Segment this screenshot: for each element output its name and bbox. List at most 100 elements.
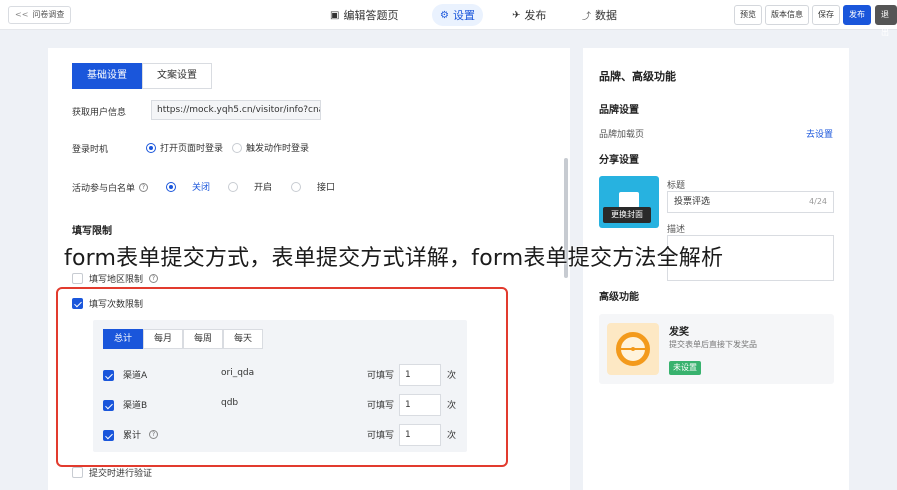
prize-feature-card[interactable]: 发奖 提交表单后直接下发奖品 未设置 (599, 314, 834, 384)
back-icon: << (15, 10, 29, 19)
whitelist-off-label: 关闭 (192, 183, 211, 193)
channel-row: 累计 ? 可填写 1 次 (103, 424, 463, 446)
channel-id: qdb (221, 398, 239, 408)
wheel-shape (616, 332, 650, 366)
login-on-action-radio[interactable]: 触发动作时登录 (232, 141, 309, 154)
tab-monthly[interactable]: 每月 (143, 329, 184, 349)
limit-label: 可填写 (367, 401, 395, 411)
nav-data[interactable]: ⤴ 数据 (574, 4, 625, 26)
count-limit-checkbox[interactable]: 填写次数限制 (72, 297, 143, 310)
go-setting-link[interactable]: 去设置 (806, 127, 833, 140)
share-title-value: 投票评选 (674, 197, 711, 207)
fill-limit-title: 填写限制 (72, 226, 112, 237)
brand-button[interactable]: << 问卷调查 (8, 6, 72, 24)
limit-unit: 次 (447, 431, 457, 441)
nav-edit-page[interactable]: ▣ 编辑答题页 (322, 4, 406, 26)
whitelist-label: 活动参与白名单 ? (72, 181, 149, 194)
channel-name: 渠道A (123, 371, 148, 381)
tab-copy-settings[interactable]: 文案设置 (142, 63, 212, 89)
share-title-input[interactable]: 投票评选 4/24 (667, 191, 834, 213)
region-limit-label: 填写地区限制 (89, 275, 144, 285)
channel-id: ori_qda (221, 368, 255, 378)
ballot-icon (619, 192, 639, 208)
share-cover-image: 更换封面 (599, 176, 659, 228)
channel-row: 渠道B qdb 可填写 1 次 (103, 394, 463, 416)
share-desc-label: 描述 (667, 225, 686, 235)
checkbox-box (72, 467, 83, 478)
radio-dot (232, 142, 242, 153)
advanced-features-title: 高级功能 (599, 292, 639, 303)
radio-dot (166, 181, 176, 192)
login-on-action-label: 触发动作时登录 (246, 144, 310, 154)
get-user-info-label: 获取用户信息 (72, 108, 127, 118)
nav-settings-label: 设置 (452, 9, 475, 22)
verify-on-submit-checkbox[interactable]: 提交时进行验证 (72, 466, 152, 479)
brand-label: 问卷调查 (32, 10, 65, 19)
channel-checkbox[interactable] (103, 370, 114, 381)
watermark-caption: form表单提交方式，表单提交方式详解，form表单提交方法全解析 (64, 246, 724, 271)
whitelist-on-label: 开启 (254, 183, 273, 193)
whitelist-label-text: 活动参与白名单 (72, 184, 136, 194)
prize-wheel-icon (607, 323, 659, 375)
nav-publish[interactable]: ✈ 发布 (504, 4, 554, 26)
nav-data-label: 数据 (595, 9, 618, 22)
top-bar: << 问卷调查 ▣ 编辑答题页 ⚙ 设置 ✈ 发布 ⤴ 数据 预览 版本信息 保… (0, 0, 897, 37)
user-info-url-field[interactable]: https://mock.yqh5.cn/visitor/info?cnar (151, 100, 321, 120)
login-on-open-label: 打开页面时登录 (160, 144, 224, 154)
limit-label: 可填写 (367, 371, 395, 381)
channel-checkbox[interactable] (103, 430, 114, 441)
preview-button[interactable]: 预览 (734, 5, 762, 25)
region-limit-checkbox[interactable]: 填写地区限制 ? (72, 272, 159, 285)
tab-total[interactable]: 总计 (103, 329, 144, 349)
whitelist-api-radio[interactable]: 接口 (291, 180, 335, 193)
channel-name: 累计 ? (123, 428, 159, 441)
limit-unit: 次 (447, 401, 457, 411)
whitelist-api-label: 接口 (317, 183, 336, 193)
tab-daily[interactable]: 每天 (223, 329, 264, 349)
exit-button[interactable]: 退出 (875, 5, 897, 37)
nav-edit-page-label: 编辑答题页 (343, 9, 399, 22)
help-icon[interactable]: ? (149, 274, 159, 283)
whitelist-on-radio[interactable]: 开启 (228, 180, 272, 193)
edit-icon: ▣ (330, 9, 340, 21)
total-label: 累计 (123, 431, 142, 441)
channel-row: 渠道A ori_qda 可填写 1 次 (103, 364, 463, 386)
help-icon[interactable]: ? (139, 183, 149, 192)
login-on-open-radio[interactable]: 打开页面时登录 (146, 141, 223, 154)
radio-dot (291, 181, 301, 192)
count-limit-panel: 总计 每月 每周 每天 渠道A ori_qda 可填写 1 次 渠道B qdb … (93, 320, 467, 452)
change-cover-button[interactable]: 更换封面 (603, 207, 651, 223)
login-timing-label: 登录时机 (72, 145, 109, 155)
verify-on-submit-label: 提交时进行验证 (89, 469, 153, 479)
gear-icon: ⚙ (440, 9, 449, 21)
limit-input[interactable]: 1 (399, 394, 441, 416)
save-button[interactable]: 保存 (812, 5, 840, 25)
brand-settings-title: 品牌设置 (599, 105, 639, 116)
version-info-button[interactable]: 版本信息 (765, 5, 809, 25)
checkbox-box (72, 298, 83, 309)
share-settings-title: 分享设置 (599, 155, 639, 166)
limit-input[interactable]: 1 (399, 364, 441, 386)
chart-icon: ⤴ (582, 11, 592, 22)
whitelist-off-radio[interactable]: 关闭 (166, 180, 210, 193)
status-badge: 未设置 (669, 361, 701, 375)
channel-name: 渠道B (123, 401, 148, 411)
count-limit-label: 填写次数限制 (89, 300, 144, 310)
nav-publish-label: 发布 (524, 9, 547, 22)
help-icon[interactable]: ? (149, 430, 159, 439)
limit-unit: 次 (447, 371, 457, 381)
prize-description: 提交表单后直接下发奖品 (669, 340, 757, 349)
limit-input[interactable]: 1 (399, 424, 441, 446)
char-count: 4/24 (809, 197, 827, 206)
panel-title: 品牌、高级功能 (599, 70, 676, 83)
channel-checkbox[interactable] (103, 400, 114, 411)
share-title-label: 标题 (667, 181, 686, 191)
prize-name: 发奖 (669, 327, 689, 338)
send-icon: ✈ (512, 9, 521, 21)
radio-dot (146, 142, 156, 153)
limit-label: 可填写 (367, 431, 395, 441)
tab-weekly[interactable]: 每周 (183, 329, 224, 349)
tab-basic-settings[interactable]: 基础设置 (72, 63, 142, 89)
nav-settings[interactable]: ⚙ 设置 (432, 4, 483, 26)
publish-button[interactable]: 发布 (843, 5, 871, 25)
